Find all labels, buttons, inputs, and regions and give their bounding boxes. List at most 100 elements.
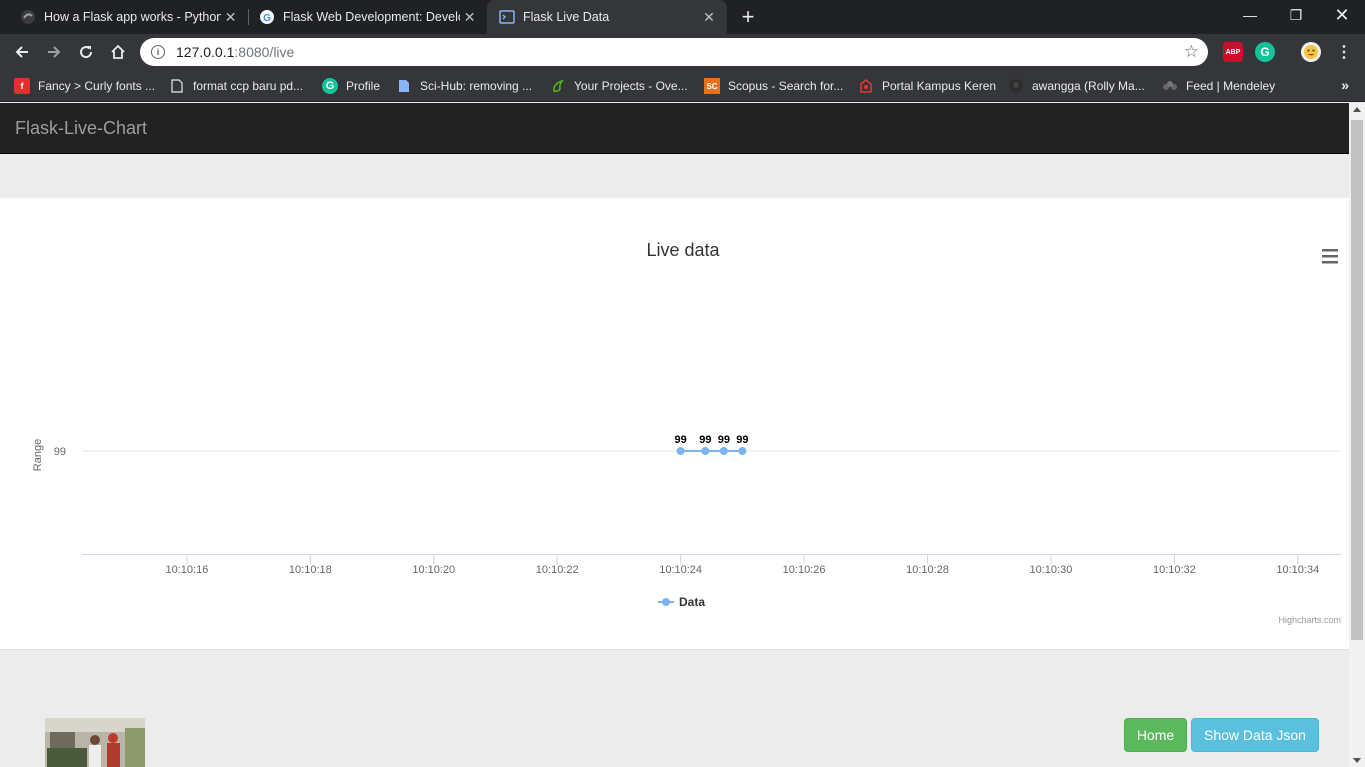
show-data-json-button[interactable]: Show Data Json [1191, 718, 1319, 752]
x-tick-label: 10:10:16 [166, 564, 209, 576]
x-tick-label: 10:10:30 [1030, 564, 1073, 576]
menu-bar [1322, 255, 1338, 258]
y-axis-label: Range [32, 439, 44, 471]
scrollbar-thumb[interactable] [1351, 120, 1363, 640]
navbar-brand[interactable]: Flask-Live-Chart [15, 118, 147, 139]
home-button[interactable]: Home [1124, 718, 1187, 752]
tab-title: Flask Live Data [523, 10, 610, 24]
home-icon[interactable] [105, 39, 131, 65]
chart-credits: Highcharts.com [1278, 615, 1341, 625]
tab-close-icon[interactable]: ✕ [221, 9, 240, 26]
y-tick-label: 99 [54, 446, 66, 458]
bookmarks-overflow-icon[interactable]: » [1341, 77, 1349, 93]
url-text: 127.0.0.1:8080/live [176, 44, 295, 60]
legend-symbol-marker [662, 598, 670, 606]
bookmark-label: Scopus - Search for... [728, 79, 844, 93]
x-tick-label: 10:10:26 [783, 564, 826, 576]
tab-title: How a Flask app works - PythonH [44, 10, 222, 24]
data-label: 99 [675, 434, 687, 446]
data-label: 99 [736, 434, 748, 446]
terminal-favicon-icon [499, 9, 515, 25]
bookmarks-bar: f Fancy > Curly fonts ... format ccp bar… [0, 70, 1365, 102]
bookmark-label: Fancy > Curly fonts ... [38, 79, 156, 93]
live-data-chart: Live data 99 Range 10:10:16 10:10:18 10:10:20… [32, 240, 1341, 625]
bookmark-item[interactable]: Portal Kampus Keren [858, 70, 996, 102]
bookmark-item[interactable]: SC Scopus - Search for... [704, 70, 843, 102]
page-content: Flask-Live-Chart Live data 99 Range 10:10:1… [0, 103, 1349, 767]
menu-bar [1322, 249, 1338, 252]
profile-avatar-icon[interactable] [1301, 42, 1321, 62]
menu-bar [1322, 261, 1338, 264]
svg-text:G: G [263, 13, 271, 24]
bookmark-item[interactable]: f Fancy > Curly fonts ... [14, 70, 155, 102]
data-point [738, 447, 747, 455]
overleaf-icon [550, 78, 566, 94]
bookmark-label: awangga (Rolly Ma... [1032, 79, 1145, 93]
bookmark-label: Portal Kampus Keren [882, 79, 997, 93]
bookmark-item[interactable]: G Profile [322, 70, 380, 102]
bookmark-label: Your Projects - Ove... [574, 79, 688, 93]
tab-flask-live-data[interactable]: Flask Live Data ✕ [487, 0, 727, 34]
mendeley-icon [1162, 78, 1178, 94]
tab-flask-app-works[interactable]: How a Flask app works - PythonH ✕ [0, 0, 248, 34]
data-label: 99 [699, 434, 711, 446]
x-tick-label: 10:10:34 [1276, 564, 1319, 576]
tab-close-icon[interactable]: ✕ [699, 9, 719, 26]
forward-arrow-icon[interactable] [41, 39, 67, 65]
github-icon [1008, 78, 1024, 94]
tab-close-icon[interactable]: ✕ [460, 9, 479, 26]
data-point [719, 447, 728, 455]
bookmark-item[interactable]: Sci-Hub: removing ... [396, 70, 532, 102]
bookmark-star-icon[interactable]: ☆ [1184, 42, 1199, 62]
minimize-icon[interactable]: — [1227, 0, 1273, 30]
bookmark-label: Feed | Mendeley [1186, 79, 1276, 93]
restore-icon[interactable]: ❐ [1273, 0, 1319, 30]
new-tab-icon[interactable]: + [735, 4, 761, 30]
python-favicon-icon [20, 9, 36, 25]
x-tick-label: 10:10:18 [289, 564, 332, 576]
app-navbar: Flask-Live-Chart [0, 103, 1349, 154]
chart-menu-icon[interactable] [1322, 249, 1338, 264]
scroll-down-arrow-icon[interactable] [1353, 758, 1361, 763]
x-tick-label: 10:10:22 [536, 564, 579, 576]
google-favicon-icon: G [259, 9, 275, 25]
bookmark-label: Sci-Hub: removing ... [420, 79, 533, 93]
tab-flask-web-dev[interactable]: G Flask Web Development: Develop ✕ [239, 0, 487, 34]
chrome-menu-icon[interactable]: ⋮ [1331, 39, 1357, 65]
site-info-icon[interactable]: i [151, 45, 165, 59]
bookmark-item[interactable]: Your Projects - Ove... [550, 70, 688, 102]
adblock-plus-icon[interactable]: ABP [1223, 42, 1243, 62]
tab-title: Flask Web Development: Develop [283, 10, 461, 24]
grammarly-extension-icon[interactable]: G [1255, 42, 1275, 62]
data-point [676, 447, 685, 455]
page-icon [169, 78, 185, 94]
address-bar[interactable]: i 127.0.0.1:8080/live ☆ [140, 38, 1208, 66]
back-arrow-icon[interactable] [9, 39, 35, 65]
data-point [701, 447, 710, 455]
browser-toolbar: i 127.0.0.1:8080/live ☆ ABP G ⋮ [0, 34, 1365, 70]
browser-tab-strip: How a Flask app works - PythonH ✕ G Flas… [0, 0, 1365, 34]
grammarly-icon: G [322, 78, 338, 94]
x-tick-label: 10:10:24 [659, 564, 702, 576]
scopus-icon: SC [704, 78, 720, 94]
close-window-icon[interactable]: ✕ [1319, 0, 1365, 30]
photo-thumbnail [45, 718, 145, 767]
data-label: 99 [718, 434, 730, 446]
chart-title: Live data [646, 240, 720, 260]
legend-item-label: Data [679, 595, 705, 609]
bookmark-item[interactable]: format ccp baru pd... [169, 70, 303, 102]
flipkart-icon: f [14, 78, 30, 94]
chart-container: Live data 99 Range 10:10:16 10:10:18 10:10:20… [0, 198, 1349, 650]
bookmark-label: Profile [346, 79, 381, 93]
bookmark-label: format ccp baru pd... [193, 79, 304, 93]
x-tick-label: 10:10:32 [1153, 564, 1196, 576]
x-tick-label: 10:10:20 [412, 564, 455, 576]
bookmark-item[interactable]: awangga (Rolly Ma... [1008, 70, 1145, 102]
doc-icon [396, 78, 412, 94]
scroll-up-arrow-icon[interactable] [1353, 107, 1361, 112]
campus-icon [858, 78, 874, 94]
page-scrollbar[interactable] [1349, 103, 1365, 767]
reload-icon[interactable] [73, 39, 99, 65]
bookmark-item[interactable]: Feed | Mendeley [1162, 70, 1275, 102]
x-tick-label: 10:10:28 [906, 564, 949, 576]
